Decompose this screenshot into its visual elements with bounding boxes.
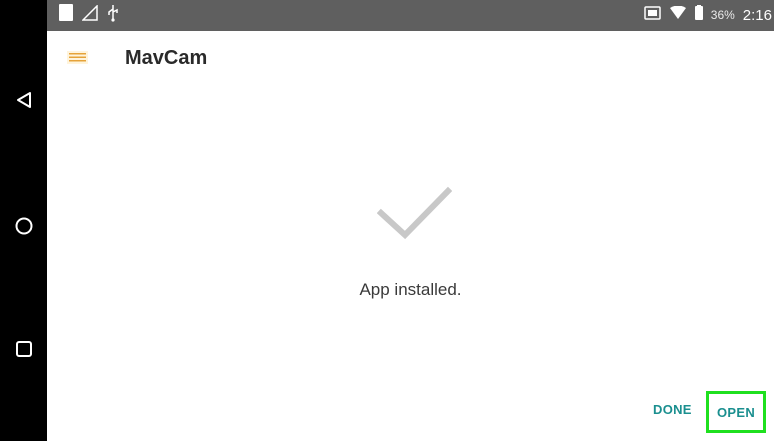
- recents-icon: [15, 341, 32, 357]
- back-icon: [16, 92, 31, 108]
- navigation-bar: [0, 0, 47, 441]
- app-title: MavCam: [125, 47, 208, 69]
- back-button[interactable]: [0, 70, 47, 130]
- home-icon: [15, 217, 32, 235]
- notification-white-icon: [59, 4, 73, 26]
- battery-icon: [694, 5, 703, 25]
- install-status-message: App installed.: [359, 280, 462, 299]
- open-button[interactable]: OPEN: [706, 391, 766, 433]
- battery-percent: 36%: [710, 8, 735, 22]
- done-button[interactable]: DONE: [653, 402, 692, 417]
- mavcam-app-icon: [67, 51, 88, 64]
- clock: 2:16: [742, 6, 772, 24]
- home-button[interactable]: [0, 196, 47, 256]
- status-bar: 36% 2:16: [47, 0, 774, 31]
- cast-icon: [644, 5, 661, 25]
- signal-outline-icon: [81, 3, 98, 26]
- recents-button[interactable]: [0, 319, 47, 379]
- app-header: MavCam: [47, 31, 774, 87]
- wifi-icon: [669, 5, 687, 25]
- usb-icon: [107, 4, 119, 27]
- checkmark-icon: [377, 186, 452, 240]
